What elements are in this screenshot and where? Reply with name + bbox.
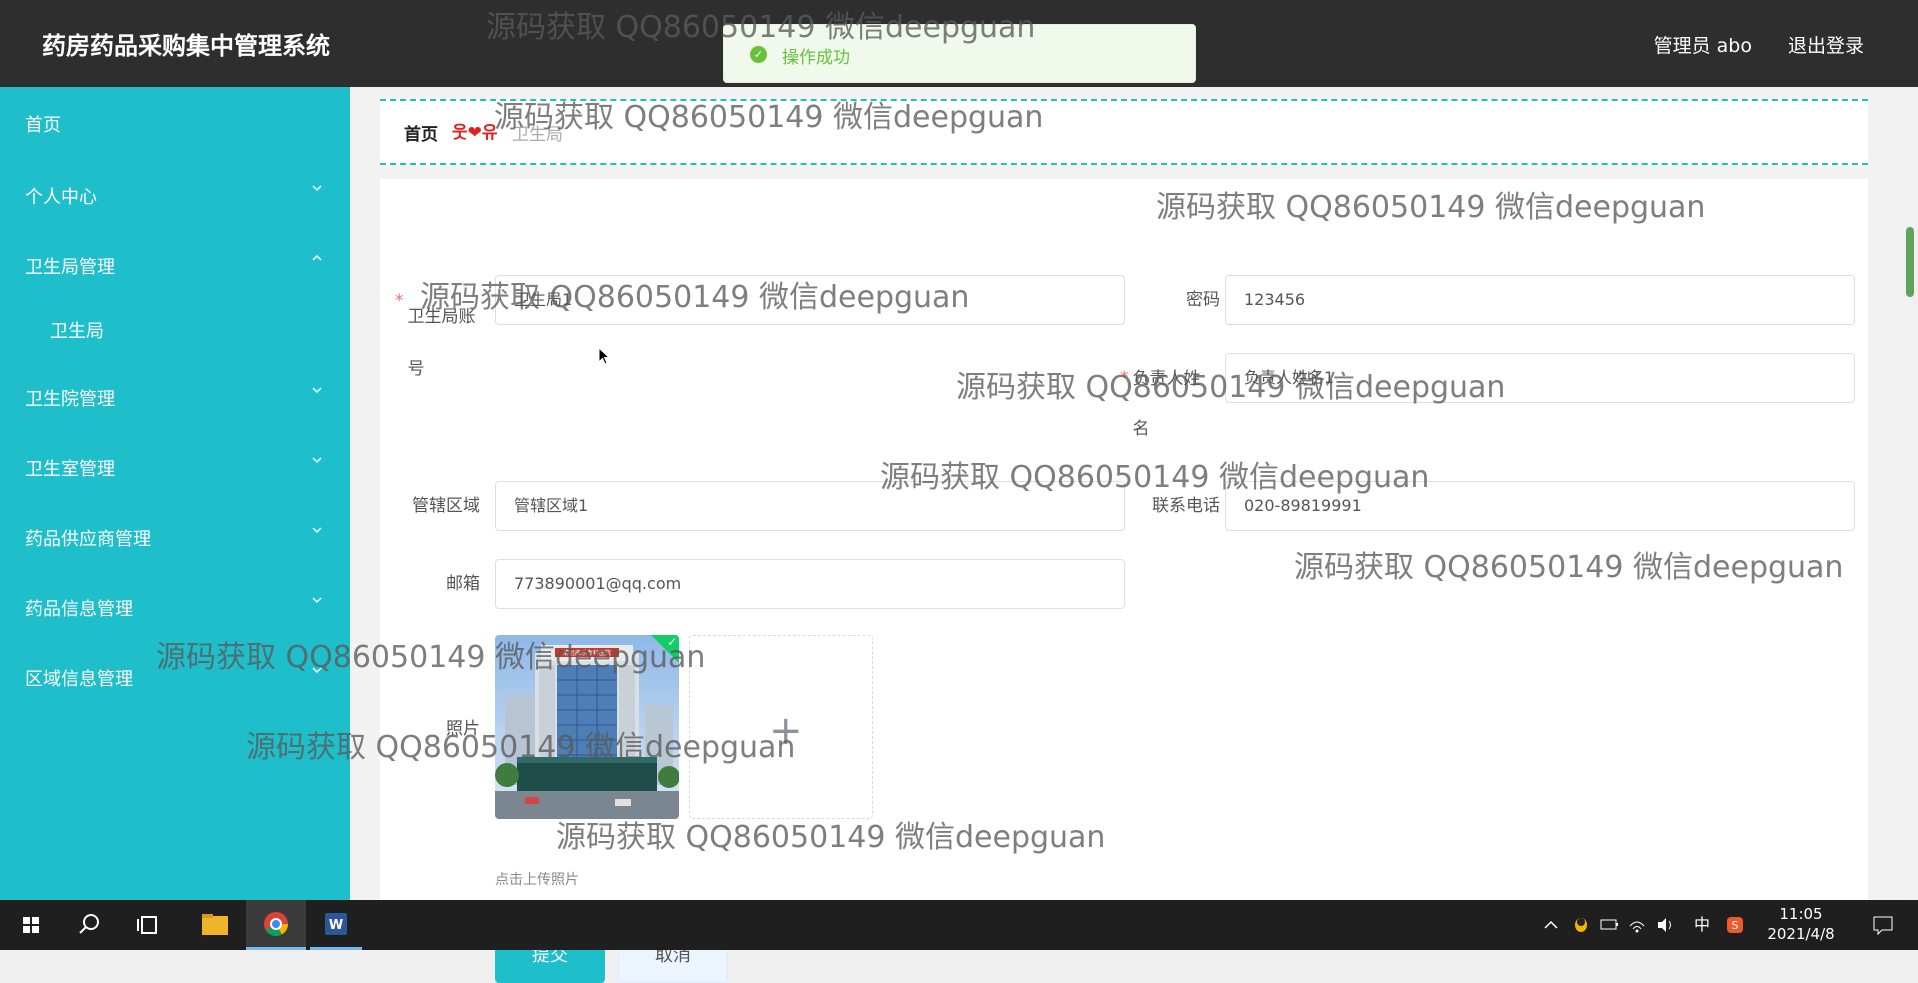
notification-icon[interactable]: [1868, 900, 1898, 950]
sidebar-item-label: 卫生室管理: [25, 459, 115, 480]
sidebar-item-clinic-mgmt[interactable]: 卫生室管理: [0, 441, 350, 491]
breadcrumb-home[interactable]: 首页: [404, 120, 438, 145]
region-label: 管辖区域: [412, 496, 480, 516]
windows-taskbar: W 中 S 11:05 2021/4/8: [0, 900, 1918, 950]
account-label: *卫生局账号: [395, 291, 476, 379]
chevron-up-icon[interactable]: [1540, 900, 1562, 950]
plus-icon: +: [769, 708, 803, 754]
mouse-cursor-icon: [598, 347, 610, 365]
photo-banner: 清远康乐专科医院: [563, 649, 611, 657]
chevron-up-icon: [312, 254, 322, 261]
check-circle-icon: ✓: [750, 46, 767, 63]
password-input[interactable]: 123456: [1225, 275, 1855, 325]
clock-time: 11:05: [1779, 905, 1823, 923]
required-mark: *: [1120, 368, 1129, 388]
phone-input[interactable]: 020-89819991: [1225, 481, 1855, 531]
upload-hint: 点击上传照片: [495, 872, 579, 888]
manager-name-input[interactable]: 负责人姓名1: [1225, 353, 1855, 403]
taskbar-clock[interactable]: 11:05 2021/4/8: [1756, 904, 1846, 944]
clock-date: 2021/4/8: [1767, 925, 1835, 943]
sidebar-item-label: 个人中心: [25, 187, 97, 208]
qq-tray-icon[interactable]: [1570, 900, 1592, 950]
scrollbar-thumb[interactable]: [1906, 227, 1914, 297]
account-input[interactable]: 卫生局1: [495, 275, 1125, 325]
chevron-down-icon: [312, 597, 322, 604]
windows-start-icon[interactable]: [6, 900, 56, 950]
sidebar-item-label: 药品供应商管理: [25, 529, 151, 550]
page-scrollbar[interactable]: [1902, 87, 1918, 900]
chevron-down-icon: [312, 667, 322, 674]
password-label: 密码: [1186, 290, 1220, 310]
chrome-taskbar-item[interactable]: [246, 900, 306, 950]
sidebar-item-region-info-mgmt[interactable]: 区域信息管理: [0, 651, 350, 701]
sogou-input-icon[interactable]: S: [1724, 900, 1746, 950]
breadcrumb-separator: 웃❤유: [452, 123, 498, 143]
required-mark: *: [395, 291, 404, 311]
sidebar-item-label: 卫生局: [50, 321, 104, 342]
word-taskbar-item[interactable]: W: [310, 900, 362, 950]
main-content: 首页 웃❤유 卫生局 *卫生局账号 卫生局1 密码 123456 * 负责人姓名 …: [350, 87, 1902, 983]
current-user: 管理员 abo: [1653, 35, 1752, 57]
breadcrumb-current: 卫生局: [512, 125, 563, 145]
sidebar-item-label: 药品信息管理: [25, 599, 133, 620]
sidebar-item-personal-center[interactable]: 个人中心: [0, 169, 350, 219]
sidebar-item-supplier-mgmt[interactable]: 药品供应商管理: [0, 511, 350, 561]
sidebar-menu: 首页 个人中心 卫生局管理 卫生局 卫生院管理 卫生室管理 药品供应商管理 药品…: [0, 87, 350, 900]
success-toast: ✓ 操作成功: [723, 24, 1196, 83]
check-icon: ✓: [666, 635, 677, 649]
chevron-down-icon: [312, 185, 322, 192]
chevron-down-icon: [312, 527, 322, 534]
svg-text:S: S: [1732, 919, 1739, 932]
app-title: 药房药品采购集中管理系统: [42, 32, 330, 60]
sidebar-item-label: 首页: [25, 115, 61, 136]
file-explorer-icon[interactable]: [190, 900, 240, 950]
sidebar-item-label: 卫生院管理: [25, 389, 115, 410]
search-icon[interactable]: [64, 900, 114, 950]
wifi-icon[interactable]: [1626, 900, 1648, 950]
word-icon: W: [325, 913, 347, 935]
task-view-icon[interactable]: [124, 900, 174, 950]
toast-message: 操作成功: [782, 48, 850, 68]
phone-label: 联系电话: [1152, 496, 1220, 516]
sidebar-item-health-center-mgmt[interactable]: 卫生院管理: [0, 371, 350, 421]
sidebar-item-home[interactable]: 首页: [0, 97, 350, 147]
uploaded-photo-thumbnail[interactable]: 清远康乐专科医院 ✓: [495, 635, 679, 819]
battery-icon[interactable]: [1598, 900, 1620, 950]
chevron-down-icon: [312, 457, 322, 464]
chrome-icon: [264, 912, 288, 937]
svg-text:W: W: [329, 918, 343, 933]
sidebar-item-health-bureau[interactable]: 卫生局: [0, 303, 350, 353]
chevron-down-icon: [312, 387, 322, 394]
ime-indicator[interactable]: 中: [1694, 900, 1710, 950]
email-label: 邮箱: [446, 574, 480, 594]
sidebar-item-label: 区域信息管理: [25, 669, 133, 690]
sidebar-item-label: 卫生局管理: [25, 257, 115, 278]
email-input[interactable]: 773890001@qq.com: [495, 559, 1125, 609]
manager-label: * 负责人姓名: [1120, 368, 1201, 439]
volume-icon[interactable]: [1654, 900, 1676, 950]
region-input[interactable]: 管辖区域1: [495, 481, 1125, 531]
photo-label: 照片: [446, 719, 480, 739]
breadcrumb: 首页 웃❤유 卫生局: [380, 99, 1868, 165]
logout-link[interactable]: 退出登录: [1788, 31, 1864, 58]
upload-photo-button[interactable]: +: [689, 635, 873, 819]
sidebar-item-drug-info-mgmt[interactable]: 药品信息管理: [0, 581, 350, 631]
edit-form: *卫生局账号 卫生局1 密码 123456 * 负责人姓名 负责人姓名1 管辖区域…: [380, 179, 1868, 983]
sidebar-item-health-bureau-mgmt[interactable]: 卫生局管理: [0, 239, 350, 289]
